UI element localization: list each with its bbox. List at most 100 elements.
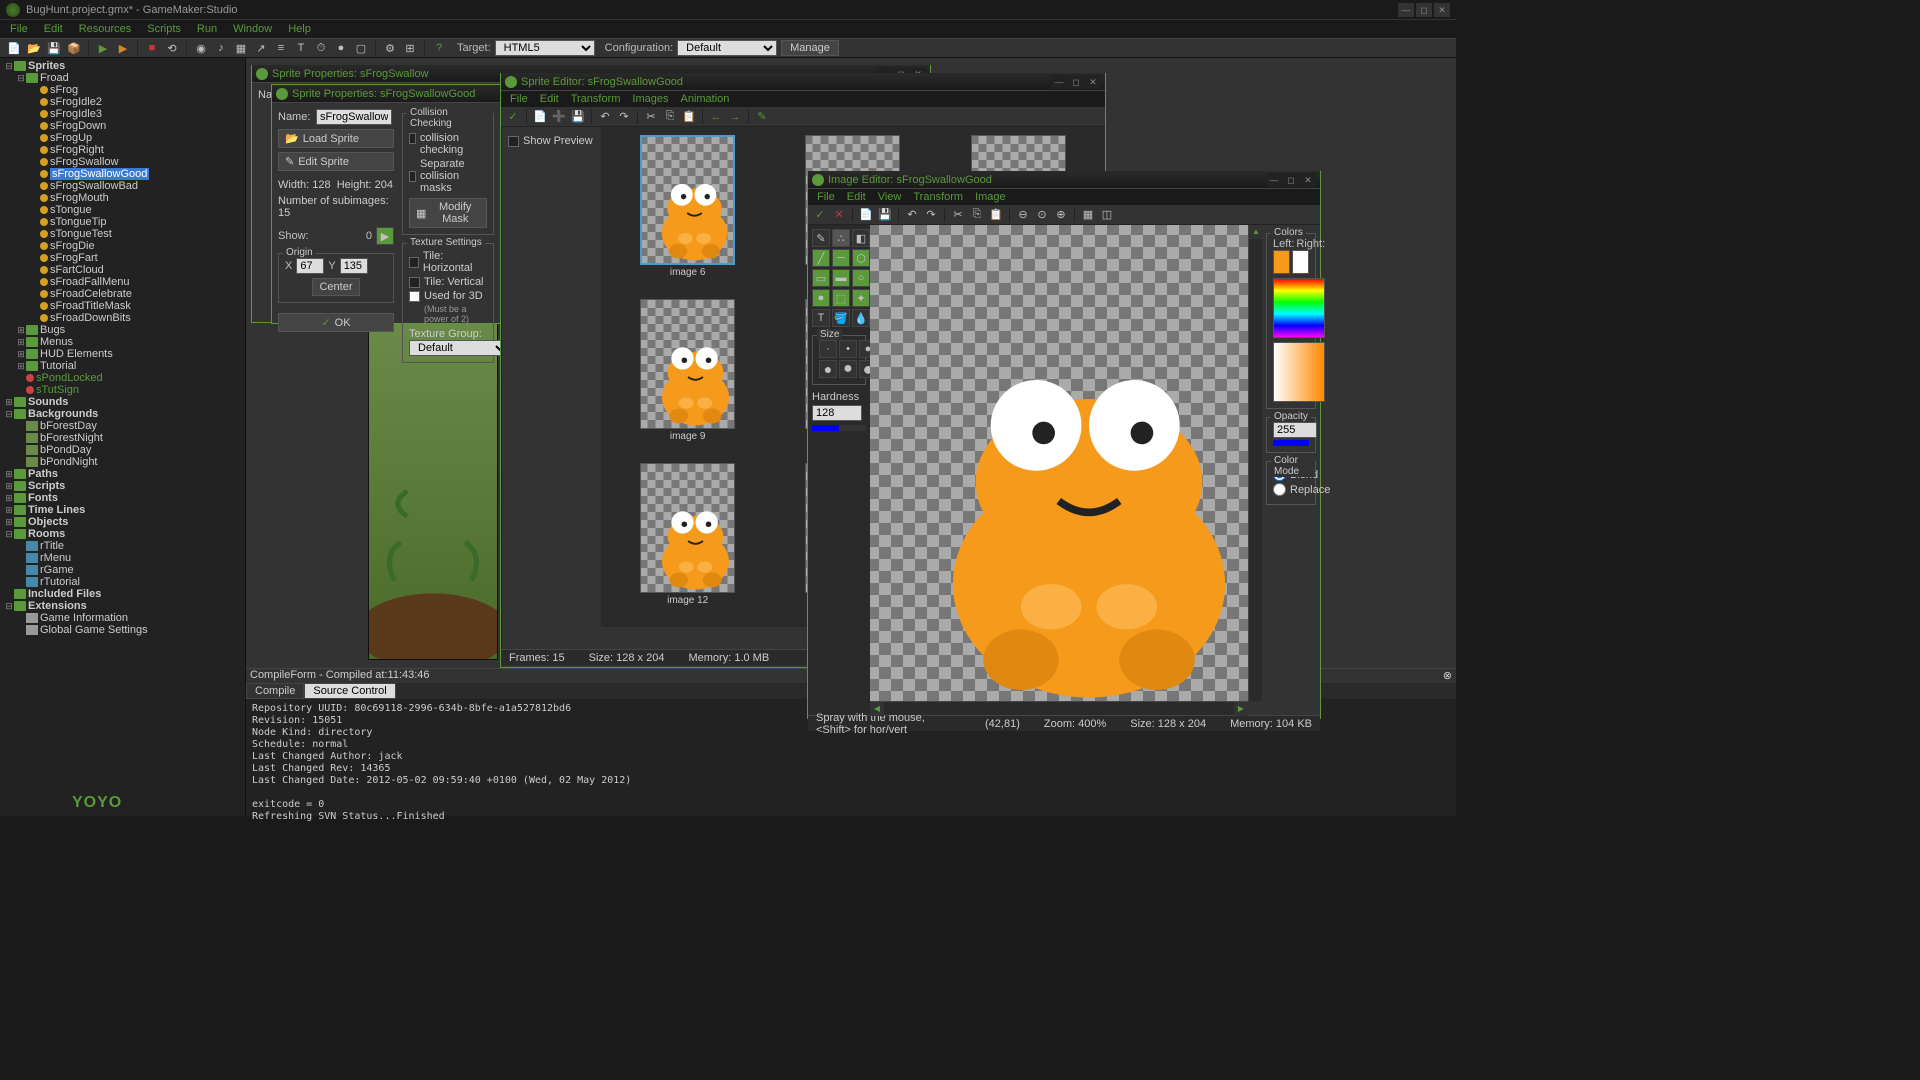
close-icon[interactable]: ✕ [1085,75,1101,89]
extension-icon[interactable]: ⊞ [402,40,418,56]
undo-icon[interactable]: ↶ [904,207,920,223]
check-icon[interactable]: ✓ [505,109,521,125]
tree-sprite-item[interactable]: sFroadTitleMask [2,300,243,312]
tree-sprite-item[interactable]: sFrogSwallowBad [2,180,243,192]
se-menu-edit[interactable]: Edit [535,92,564,106]
tree-included[interactable]: Included Files [28,588,101,600]
tree-sprite-item[interactable]: sFrogRight [2,144,243,156]
tile-h-checkbox[interactable] [409,257,419,268]
tree-sprite-item[interactable]: sFrogUp [2,132,243,144]
se-menu-images[interactable]: Images [627,92,673,106]
run-icon[interactable]: ▶ [95,40,111,56]
paste-icon[interactable]: 📋 [988,207,1004,223]
minimize-icon[interactable]: — [1051,75,1067,89]
name-input[interactable] [316,109,392,125]
tree-sprite-item[interactable]: sFartCloud [2,264,243,276]
tree-sprites[interactable]: Sprites [28,60,65,72]
source-control-tab[interactable]: Source Control [304,683,395,699]
compile-tab[interactable]: Compile [246,683,304,699]
frame-item[interactable]: image 6 [609,135,766,291]
tree-bg-item[interactable]: bForestNight [2,432,243,444]
brush-size-5[interactable]: ● [839,360,857,378]
tree-extensions[interactable]: Extensions [28,600,87,612]
check-icon[interactable]: ✓ [812,207,828,223]
wand-tool[interactable]: ✦ [852,289,870,307]
ie-menu-edit[interactable]: Edit [842,190,871,204]
right-color-swatch[interactable] [1292,250,1309,274]
save-icon[interactable]: 💾 [570,109,586,125]
text-tool[interactable]: T [812,309,830,327]
ie-menu-file[interactable]: File [812,190,840,204]
close-icon[interactable]: ✕ [1300,173,1316,187]
tree-bg-item[interactable]: bPondNight [2,456,243,468]
polygon-tool[interactable]: ⬡ [852,249,870,267]
left-color-swatch[interactable] [1273,250,1290,274]
cut-icon[interactable]: ✂ [643,109,659,125]
menu-resources[interactable]: Resources [73,21,138,37]
se-menu-animation[interactable]: Animation [676,92,735,106]
cancel-icon[interactable]: ✕ [831,207,847,223]
ok-button[interactable]: ✓OK [278,313,394,332]
manage-button[interactable]: Manage [781,40,839,56]
ellipse-fill-tool[interactable]: ● [812,289,830,307]
tree-backgrounds[interactable]: Backgrounds [28,408,98,420]
timeline-icon[interactable]: ⏱ [313,40,329,56]
rect-tool[interactable]: ▭ [812,269,830,287]
room-icon[interactable]: ▢ [353,40,369,56]
tree-folder[interactable]: ⊞Tutorial [2,360,243,372]
image-canvas[interactable] [870,225,1248,701]
menu-file[interactable]: File [4,21,34,37]
tree-sprite-item[interactable]: sPondLocked [2,372,243,384]
tree-sprite-item[interactable]: sFrogSwallowGood [2,168,243,180]
zoom-out-icon[interactable]: ⊖ [1015,207,1031,223]
zoom-fit-icon[interactable]: ⊙ [1034,207,1050,223]
fill-tool[interactable]: 🪣 [832,309,850,327]
object-icon[interactable]: ● [333,40,349,56]
tree-folder[interactable]: ⊞Menus [2,336,243,348]
brush-size-2[interactable]: • [839,340,857,358]
shift-left-icon[interactable]: ← [708,109,724,125]
tree-sprite-item[interactable]: sFrogFart [2,252,243,264]
brush-size-4[interactable]: ● [819,360,837,378]
edit-sprite-button[interactable]: ✎Edit Sprite [278,152,394,171]
undo-icon[interactable]: ↶ [597,109,613,125]
settings-icon[interactable]: ⚙ [382,40,398,56]
tree-sprite-item[interactable]: sFrogMouth [2,192,243,204]
sprite-icon[interactable]: ◉ [193,40,209,56]
close-button[interactable]: ✕ [1434,3,1450,17]
tree-froad-folder[interactable]: Froad [40,72,69,84]
tree-scripts[interactable]: Scripts [28,480,65,492]
tree-sprite-item[interactable]: sFroadCelebrate [2,288,243,300]
center-button[interactable]: Center [312,278,359,296]
tree-sprite-item[interactable]: sTongueTest [2,228,243,240]
show-preview-checkbox[interactable] [508,136,519,147]
minimize-button[interactable]: — [1398,3,1414,17]
tree-paths[interactable]: Paths [28,468,58,480]
open-icon[interactable]: 📂 [26,40,42,56]
opacity-input[interactable] [1273,422,1317,438]
se-menu-file[interactable]: File [505,92,533,106]
frame-item[interactable]: image 9 [609,299,766,455]
save-icon[interactable]: 💾 [46,40,62,56]
paste-icon[interactable]: 📋 [681,109,697,125]
target-select[interactable]: HTML5 [495,40,595,56]
background-icon[interactable]: ▦ [233,40,249,56]
maximize-icon[interactable]: ◻ [1068,75,1084,89]
spray-tool[interactable]: ∴ [832,229,850,247]
hardness-input[interactable] [812,405,862,421]
config-select[interactable]: Default [677,40,777,56]
ie-menu-view[interactable]: View [873,190,907,204]
tree-sprite-item[interactable]: sFroadFallMenu [2,276,243,288]
compile-close-icon[interactable]: ⊗ [1443,669,1452,683]
tree-room-item[interactable]: rGame [2,564,243,576]
add-icon[interactable]: ➕ [551,109,567,125]
menu-run[interactable]: Run [191,21,223,37]
frame-item[interactable]: image 12 [609,463,766,619]
zoom-in-icon[interactable]: ⊕ [1053,207,1069,223]
shift-right-icon[interactable]: → [727,109,743,125]
preview-icon[interactable]: ◫ [1099,207,1115,223]
canvas-scrollbar-h[interactable]: ◀▶ [870,701,1248,715]
maximize-icon[interactable]: ◻ [1283,173,1299,187]
tree-sprite-item[interactable]: sTongue [2,204,243,216]
tree-room-item[interactable]: rTutorial [2,576,243,588]
